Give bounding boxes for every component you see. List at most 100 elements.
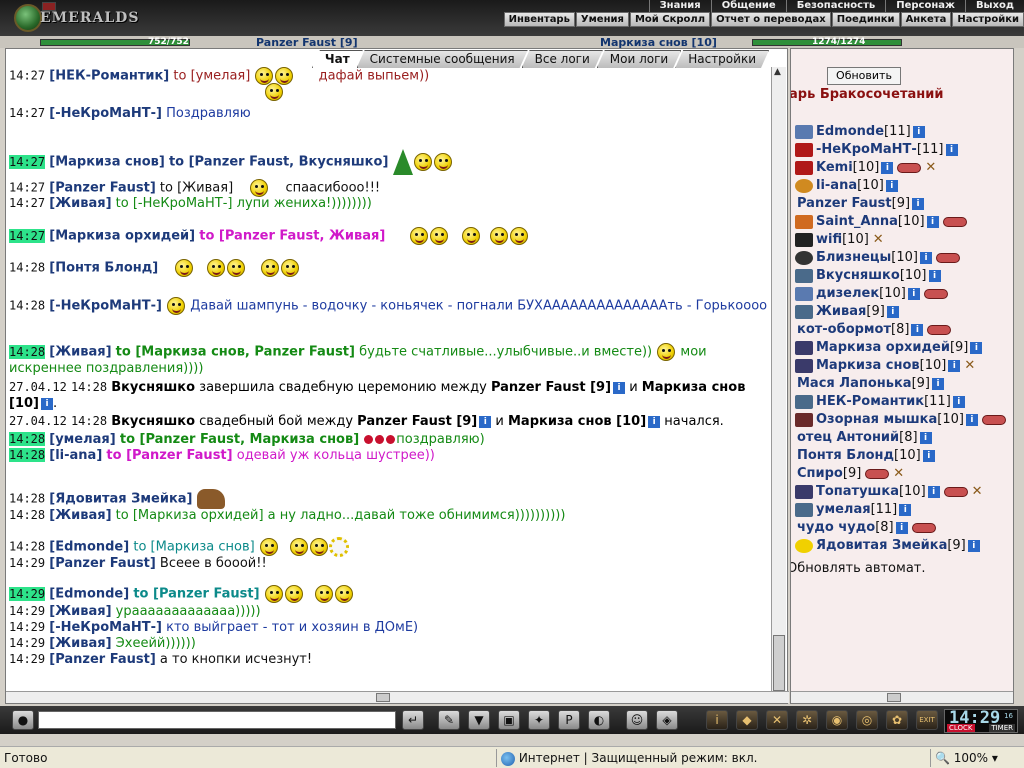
system-actor[interactable]: Вкусняшко (111, 380, 195, 395)
info-icon[interactable]: i (907, 287, 920, 300)
message-author[interactable]: [Маркиза снов] (49, 155, 165, 170)
save-icon[interactable]: ▣ (498, 710, 520, 730)
scroll-up-arrow-icon[interactable]: ▲ (774, 67, 781, 77)
crossed-swords-icon[interactable]: ✕ (873, 232, 884, 247)
gear-icon[interactable]: ✲ (796, 710, 818, 730)
info-icon[interactable]: i (613, 381, 626, 394)
group-icon[interactable]: ◎ (856, 710, 878, 730)
info-icon[interactable]: i (479, 415, 492, 428)
eraser-icon[interactable]: ✎ (438, 710, 460, 730)
info-icon[interactable]: i (927, 485, 940, 498)
user-list-item[interactable]: Panzer Faust[9] i (797, 195, 1013, 213)
user-list-item[interactable]: Спиро[9] ✕ (797, 465, 1013, 483)
message-recipient[interactable]: to [Маркиза снов, Panzer Faust] (116, 345, 355, 360)
crossed-swords-icon[interactable]: ✕ (893, 466, 904, 481)
info-icon[interactable]: i (945, 143, 958, 156)
user-name[interactable]: Мася Лапонька (797, 376, 912, 391)
user-name[interactable]: Saint_Anna (816, 214, 898, 229)
submenu-settings[interactable]: Настройки (952, 12, 1024, 27)
user-name[interactable]: Маркиза снов (816, 358, 920, 373)
user-list-item[interactable]: Мася Лапонька[9] i (797, 375, 1013, 393)
user-list-item[interactable]: Saint_Anna[10] i (795, 213, 1013, 231)
user-name[interactable]: Близнецы (816, 250, 891, 265)
user-name[interactable]: -НеКроМаНТ- (816, 142, 917, 157)
user-list-item[interactable]: Озорная мышка[10] i (795, 411, 1013, 429)
user-name[interactable]: li-ana (816, 178, 857, 193)
menu-knowledge[interactable]: Знания (648, 0, 711, 12)
user-list-item[interactable]: Вкусняшко[10] i (795, 267, 1013, 285)
message-recipient[interactable]: to [Panzer Faust, Вкусняшко] (169, 155, 388, 170)
user-name[interactable]: Топатушка (816, 484, 899, 499)
submenu-skills[interactable]: Умения (575, 12, 629, 27)
user-name[interactable]: Kemi (816, 160, 853, 175)
submenu-duels[interactable]: Поединки (831, 12, 900, 27)
tab-settings[interactable]: Настройки (675, 50, 769, 68)
user-name[interactable]: умелая (816, 502, 871, 517)
bride-name[interactable]: Маркиза снов [10] (508, 414, 646, 429)
message-recipient[interactable]: to [-НеКроМаНТ-] (116, 196, 233, 211)
message-author[interactable]: [Edmonde] (49, 540, 129, 555)
submenu-profile[interactable]: Анкета (900, 12, 952, 27)
message-author[interactable]: [Живая] (49, 604, 111, 619)
submenu-transfer-report[interactable]: Отчет о переводах (711, 12, 831, 27)
info-icon[interactable]: i (948, 359, 961, 372)
refresh-button[interactable]: Обновить (827, 67, 901, 85)
scroll-thumb[interactable] (887, 693, 901, 702)
message-recipient[interactable]: to [Живая] (160, 181, 233, 196)
user-list-item[interactable]: Маркиза орхидей[9] i (795, 339, 1013, 357)
message-author[interactable]: [li-ana] (49, 448, 102, 463)
user-name[interactable]: дизелек (816, 286, 879, 301)
quest-icon[interactable]: ✕ (766, 710, 788, 730)
message-author[interactable]: [Живая] (49, 196, 111, 211)
user-name[interactable]: Маркиза орхидей (816, 340, 950, 355)
scroll-thumb[interactable] (376, 693, 390, 702)
message-author[interactable]: [Живая] (49, 636, 111, 651)
user-list-item[interactable]: кот-обормот[8] i (797, 321, 1013, 339)
crossed-swords-icon[interactable]: ✕ (964, 358, 975, 373)
zoom-level[interactable]: 🔍 100% ▾ (930, 749, 998, 767)
user-list-item[interactable]: НЕК-Романтик[11] i (795, 393, 1013, 411)
info-icon[interactable]: i (899, 503, 912, 516)
scroll-thumb[interactable] (773, 635, 785, 691)
user-name[interactable]: кот-обормот (797, 322, 891, 337)
chat-horizontal-scrollbar[interactable] (6, 691, 789, 703)
tab-system-messages[interactable]: Системные сообщения (357, 50, 528, 68)
private-icon[interactable]: P (558, 710, 580, 730)
message-author[interactable]: [НЕК-Романтик] (49, 69, 169, 84)
info-icon[interactable]: i (919, 251, 932, 264)
crossed-swords-icon[interactable]: ✕ (925, 160, 936, 175)
message-author[interactable]: [Edmonde] (49, 587, 129, 602)
user-name[interactable]: Озорная мышка (816, 412, 937, 427)
info-icon[interactable]: i (922, 449, 935, 462)
crossed-swords-icon[interactable]: ✕ (972, 484, 983, 499)
user-name[interactable]: Понтя Блонд (797, 448, 894, 463)
info-icon[interactable]: i (926, 215, 939, 228)
user-list-item[interactable]: Kemi[10] i ✕ (795, 159, 1013, 177)
helmet-icon[interactable]: ◈ (656, 710, 678, 730)
user-list-item[interactable]: -НеКроМаНТ-[11] i (795, 141, 1013, 159)
user-list-item[interactable]: дизелек[10] i (795, 285, 1013, 303)
user-name[interactable]: Ядовитая Змейка (816, 538, 947, 553)
filter-icon[interactable]: ▼ (468, 710, 490, 730)
info-icon[interactable]: i (912, 197, 925, 210)
message-author[interactable]: [умелая] (49, 432, 115, 447)
info-icon[interactable]: i (912, 125, 925, 138)
smiley-picker-icon[interactable]: ☺ (626, 710, 648, 730)
message-recipient[interactable]: to [Panzer Faust] (106, 448, 232, 463)
user-list-item[interactable]: Edmonde[11] i (795, 123, 1013, 141)
exit-button[interactable]: EXIT (916, 710, 938, 730)
fight-icon[interactable]: ✦ (528, 710, 550, 730)
user-list-item[interactable]: wifi[10] ✕ (795, 231, 1013, 249)
timer-tab[interactable]: TIMER (989, 724, 1015, 732)
user-list-item[interactable]: Топатушка[10] i ✕ (795, 483, 1013, 501)
menu-social[interactable]: Общение (710, 0, 786, 12)
tab-chat[interactable]: Чат (312, 50, 363, 68)
info-icon[interactable]: i (911, 323, 924, 336)
chat-mode-icon[interactable]: ● (12, 710, 34, 730)
message-author[interactable]: [Живая] (49, 345, 111, 360)
info-icon[interactable]: i (919, 431, 932, 444)
message-author[interactable]: [Panzer Faust] (49, 181, 156, 196)
user-list-item[interactable]: чудо чудо[8] i (797, 519, 1013, 537)
user-list-item[interactable]: умелая[11] i (795, 501, 1013, 519)
message-author[interactable]: [-НеКроМаНТ-] (49, 106, 162, 121)
